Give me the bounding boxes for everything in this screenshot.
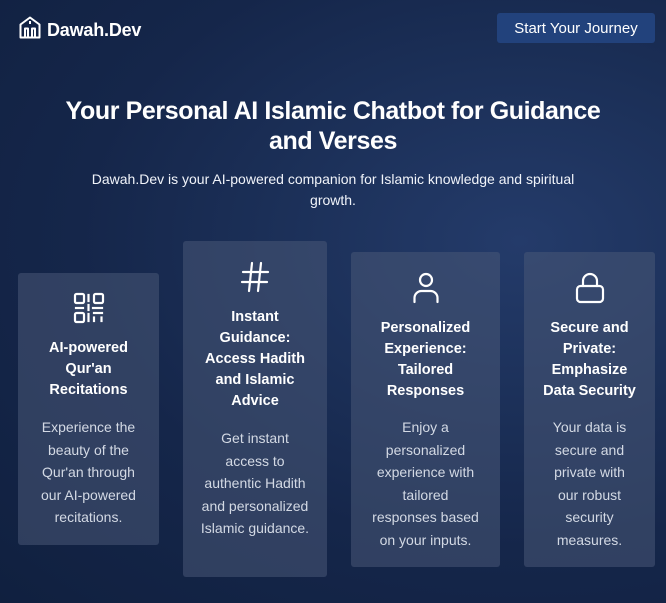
feature-description: Get instant access to authentic Hadith a… — [200, 430, 310, 537]
top-nav: Dawah.Dev Start Your Journey — [0, 0, 666, 56]
brand-name: Dawah.Dev — [47, 19, 142, 40]
feature-title: Secure and Private: Emphasize Data Secur… — [543, 320, 636, 399]
feature-card-quran: AI-powered Qur'an Recitations Experience… — [18, 273, 159, 545]
feature-card-security: Secure and Private: Emphasize Data Secur… — [524, 252, 655, 567]
feature-description: Enjoy a personalized experience with tai… — [372, 419, 479, 548]
feature-description: Experience the beauty of the Qur'an thro… — [41, 419, 136, 526]
start-your-journey-button[interactable]: Start Your Journey — [497, 13, 655, 43]
feature-card-personalized: Personalized Experience: Tailored Respon… — [351, 252, 500, 567]
brand-logo-link[interactable]: Dawah.Dev — [19, 16, 141, 44]
hash-icon — [240, 261, 270, 293]
feature-title: Instant Guidance: Access Hadith and Isla… — [205, 309, 305, 409]
user-icon — [411, 272, 441, 304]
qr-code-icon — [73, 292, 105, 324]
mosque-icon — [19, 16, 41, 44]
feature-description: Your data is secure and private with our… — [552, 419, 627, 548]
hero-subtitle: Dawah.Dev is your AI-powered companion f… — [91, 171, 575, 208]
feature-card-guidance: Instant Guidance: Access Hadith and Isla… — [183, 241, 327, 577]
lock-icon — [574, 272, 606, 304]
feature-title: AI-powered Qur'an Recitations — [49, 340, 128, 398]
feature-title: Personalized Experience: Tailored Respon… — [380, 320, 471, 399]
hero-title: Your Personal AI Islamic Chatbot for Gui… — [65, 97, 601, 155]
